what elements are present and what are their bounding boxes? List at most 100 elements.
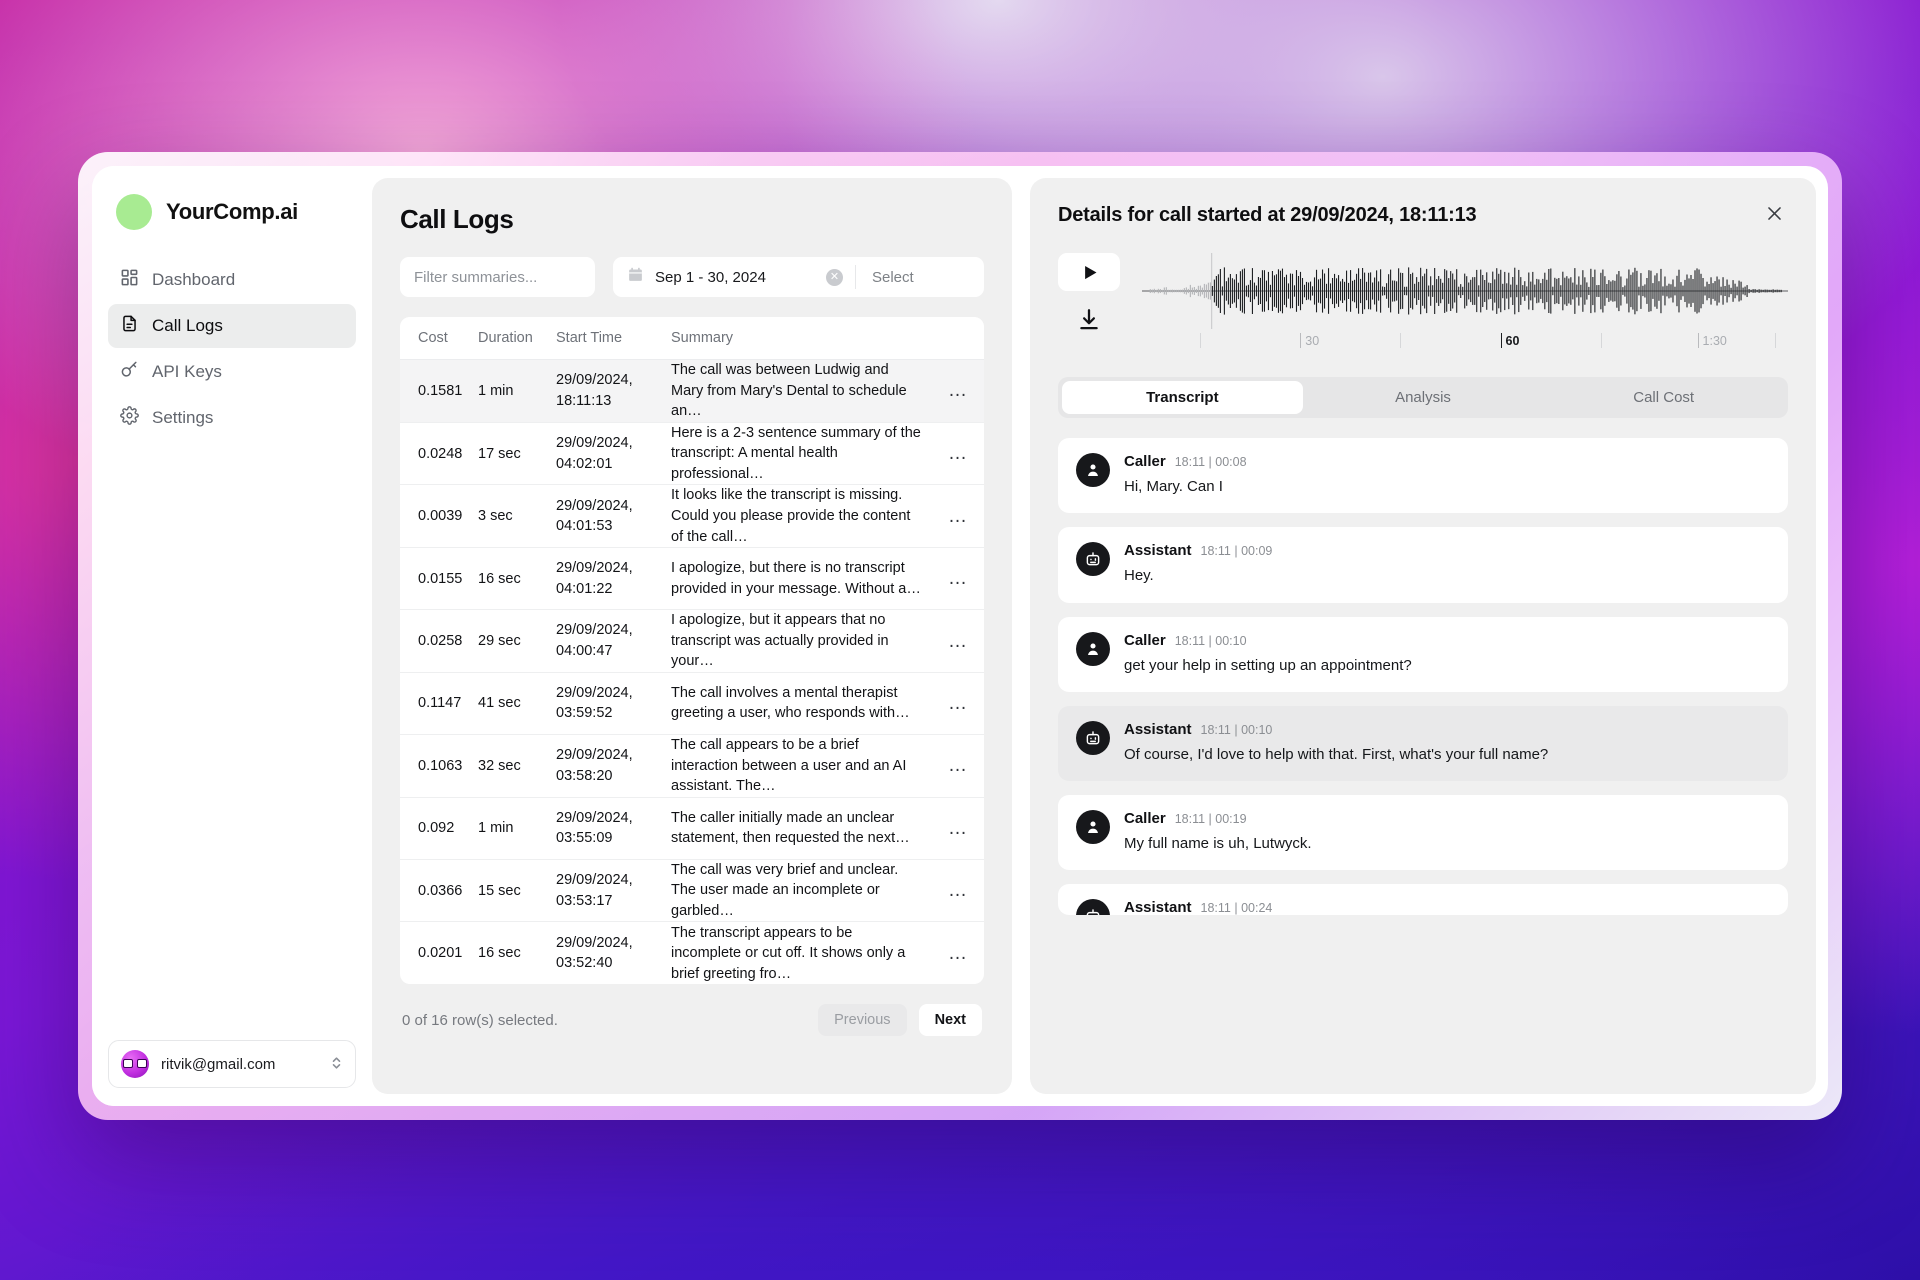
sidebar-item-api-keys[interactable]: API Keys — [108, 350, 356, 394]
table-row[interactable]: 0.0155 16 sec 29/09/2024, 04:01:22 I apologi… — [400, 548, 984, 611]
gear-icon — [120, 406, 139, 430]
message-timestamp: 18:11 | 00:10 — [1200, 722, 1273, 737]
waveform[interactable] — [1142, 253, 1788, 329]
call-logs-panel: Call Logs Filter summaries... Sep 1 - 30… — [372, 178, 1012, 1094]
message-timestamp: 18:11 | 00:09 — [1200, 544, 1273, 559]
sidebar-item-label: API Keys — [152, 362, 222, 381]
row-menu-button[interactable]: … — [932, 507, 984, 526]
cell-summary: The call involves a mental therapist gre… — [671, 684, 910, 722]
column-header-duration: Duration — [478, 330, 533, 346]
brand-name: YourComp.ai — [166, 199, 298, 224]
table-row[interactable]: 0.0248 17 sec 29/09/2024, 04:02:01 Here is a… — [400, 423, 984, 486]
cell-cost: 0.0248 — [418, 445, 463, 462]
table-row[interactable]: 0.0039 3 sec 29/09/2024, 04:01:53 It looks l… — [400, 485, 984, 549]
play-icon[interactable] — [1058, 253, 1120, 291]
table-body: 0.1581 1 min 29/09/2024, 18:11:13 The call w… — [400, 360, 984, 984]
cell-summary: It looks like the transcript is missing.… — [671, 487, 911, 545]
message-header: Caller 18:11 | 00:10 — [1124, 632, 1770, 649]
close-icon[interactable] — [1761, 204, 1788, 227]
message-header: Assistant 18:11 | 00:09 — [1124, 542, 1770, 559]
message-role: Caller — [1124, 631, 1166, 649]
table-row[interactable]: 0.1063 32 sec 29/09/2024, 03:58:20 The call … — [400, 735, 984, 798]
tab-transcript[interactable]: Transcript — [1062, 381, 1303, 414]
table-row[interactable]: 0.092 1 min 29/09/2024, 03:55:09 The caller … — [400, 798, 984, 860]
caller-avatar-icon — [1076, 631, 1110, 666]
next-button[interactable]: Next — [918, 1004, 982, 1037]
sidebar-item-settings[interactable]: Settings — [108, 396, 356, 440]
row-menu-button[interactable]: … — [932, 444, 984, 463]
sidebar-item-label: Call Logs — [152, 316, 223, 335]
row-menu-button[interactable]: … — [932, 944, 984, 963]
cell-duration: 3 sec — [478, 508, 513, 525]
row-menu-button[interactable]: … — [932, 881, 984, 900]
message-text: My full name is uh, Lutwyck. — [1124, 835, 1312, 852]
table-row[interactable]: 0.1147 41 sec 29/09/2024, 03:59:52 The call … — [400, 673, 984, 735]
chevron-updown-icon — [330, 1055, 343, 1073]
filter-summaries-input[interactable]: Filter summaries... — [400, 257, 595, 297]
column-header-start-time: Start Time — [556, 330, 623, 346]
table-row[interactable]: 0.0366 15 sec 29/09/2024, 03:53:17 The call … — [400, 860, 984, 923]
message-role: Assistant — [1124, 720, 1192, 738]
transcript-message-partial: Assistant 18:11 | 00:24 — [1058, 884, 1788, 916]
cell-start-time: 29/09/2024, 03:59:52 — [556, 684, 633, 722]
selection-status: 0 of 16 row(s) selected. — [402, 1011, 558, 1029]
tab-call-cost[interactable]: Call Cost — [1543, 381, 1784, 414]
message-header: Caller 18:11 | 00:08 — [1124, 453, 1770, 470]
download-icon[interactable] — [1076, 303, 1102, 338]
column-header-actions — [932, 330, 984, 346]
row-menu-button[interactable]: … — [932, 819, 984, 838]
tab-analysis[interactable]: Analysis — [1303, 381, 1544, 414]
message-timestamp: 18:11 | 00:24 — [1200, 901, 1273, 916]
table-footer: 0 of 16 row(s) selected. Previous Next — [400, 984, 984, 1058]
cell-start-time: 29/09/2024, 03:55:09 — [556, 809, 633, 847]
row-menu-button[interactable]: … — [932, 756, 984, 775]
sidebar-item-label: Settings — [152, 408, 214, 427]
cell-summary: I apologize, but it appears that no tran… — [671, 612, 889, 670]
brand-logo-icon — [116, 194, 152, 230]
cell-duration: 29 sec — [478, 633, 521, 650]
row-menu-button[interactable]: … — [932, 381, 984, 400]
select-dropdown[interactable]: Select — [856, 269, 984, 286]
transcript-list[interactable]: Caller 18:11 | 00:08 Hi, Mary. Can I Assist… — [1058, 438, 1788, 1094]
cell-duration: 1 min — [478, 820, 514, 837]
transcript-message: Assistant 18:11 | 00:09 Hey. — [1058, 527, 1788, 603]
message-body: Caller 18:11 | 00:19 My full name is uh, L… — [1124, 810, 1770, 854]
cell-cost: 0.092 — [418, 820, 455, 837]
cell-start-time: 29/09/2024, 03:58:20 — [556, 747, 633, 784]
cell-duration: 41 sec — [478, 695, 521, 712]
date-range-control: Sep 1 - 30, 2024 ✕ Select — [613, 257, 984, 297]
sidebar: YourComp.ai Dashboard Call Logs API Keys — [92, 166, 372, 1106]
sidebar-item-dashboard[interactable]: Dashboard — [108, 258, 356, 302]
message-text: Hi, Mary. Can I — [1124, 478, 1223, 495]
message-body: Assistant 18:11 | 00:09 Hey. — [1124, 542, 1770, 586]
previous-button[interactable]: Previous — [818, 1004, 907, 1037]
message-role: Caller — [1124, 810, 1166, 827]
cell-duration: 16 sec — [478, 945, 521, 962]
row-menu-button[interactable]: … — [932, 632, 984, 651]
details-title: Details for call started at 29/09/2024, … — [1058, 204, 1477, 226]
document-icon — [120, 314, 139, 338]
account-switcher[interactable]: ritvik@gmail.com — [108, 1040, 356, 1088]
row-menu-button[interactable]: … — [932, 694, 984, 713]
message-header: Caller 18:11 | 00:19 — [1124, 810, 1770, 827]
row-menu-button[interactable]: … — [932, 569, 984, 588]
message-text: Hey. — [1124, 567, 1154, 585]
cell-summary: The caller initially made an unclear sta… — [671, 809, 910, 847]
date-range-picker[interactable]: Sep 1 - 30, 2024 — [613, 266, 826, 288]
clear-circle-icon[interactable]: ✕ — [826, 268, 843, 286]
message-text: get your help in setting up an appointme… — [1124, 656, 1412, 674]
transcript-message: Caller 18:11 | 00:08 Hi, Mary. Can I — [1058, 438, 1788, 514]
table-row[interactable]: 0.1581 1 min 29/09/2024, 18:11:13 The call w… — [400, 360, 984, 423]
filter-placeholder: Filter summaries... — [414, 268, 538, 286]
cell-cost: 0.1147 — [418, 695, 462, 712]
table-row[interactable]: 0.0258 29 sec 29/09/2024, 04:00:47 I apologi… — [400, 610, 984, 673]
table-row[interactable]: 0.0201 16 sec 29/09/2024, 03:52:40 The trans… — [400, 922, 984, 984]
player-controls — [1058, 253, 1120, 359]
sidebar-item-call-logs[interactable]: Call Logs — [108, 304, 356, 348]
cell-start-time: 29/09/2024, 18:11:13 — [556, 372, 633, 409]
message-role: Caller — [1124, 453, 1166, 470]
transcript-message: Caller 18:11 | 00:19 My full name is uh, L… — [1058, 795, 1788, 871]
cell-summary: The call appears to be a brief interacti… — [671, 736, 907, 795]
cell-duration: 15 sec — [478, 882, 521, 899]
page-title: Call Logs — [400, 204, 514, 234]
